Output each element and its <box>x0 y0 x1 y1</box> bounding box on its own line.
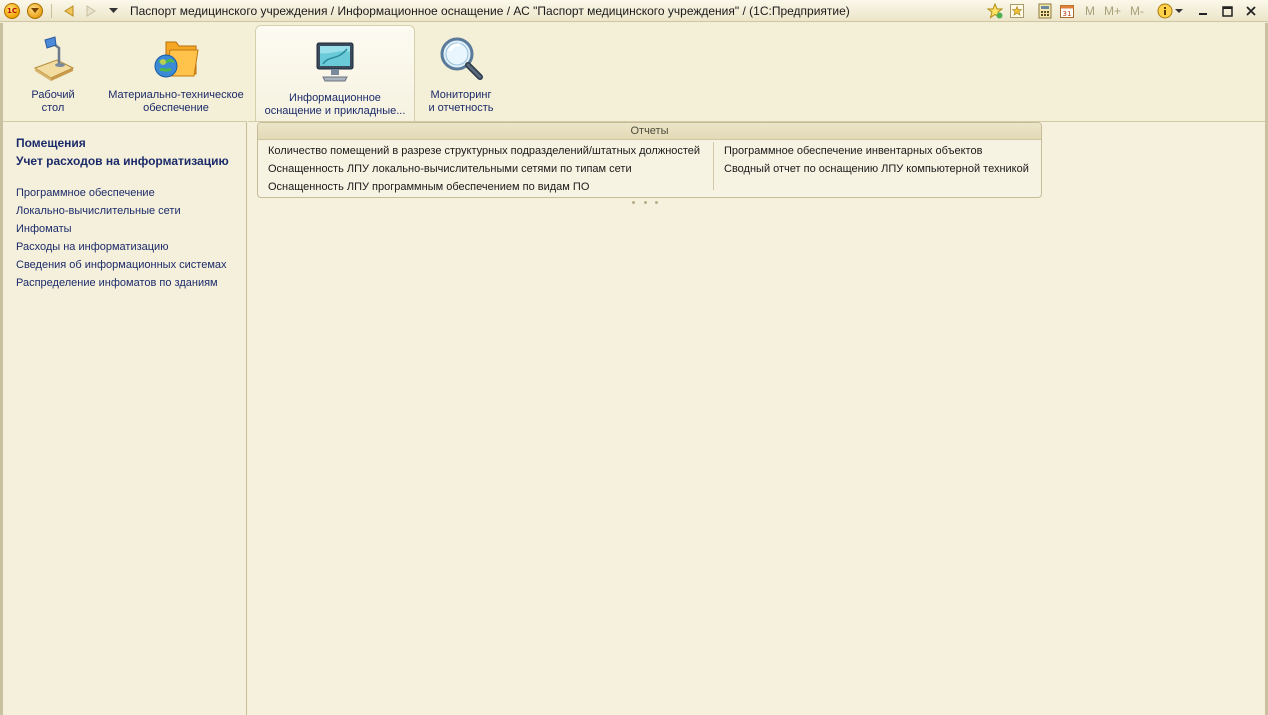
splitter-dot <box>632 201 635 204</box>
favorites-button[interactable] <box>1008 2 1026 20</box>
nav-item-infomat-distribution[interactable]: Распределение инфоматов по зданиям <box>3 274 246 292</box>
report-software-equipment[interactable]: Оснащенность ЛПУ программным обеспечение… <box>268 178 700 196</box>
back-button[interactable] <box>60 2 78 20</box>
section-logistics[interactable]: Материально-техническое обеспечение <box>97 23 255 119</box>
magnifier-icon <box>436 33 486 83</box>
window-title: Паспорт медицинского учреждения / Информ… <box>130 3 850 18</box>
nav-item-rooms[interactable]: Помещения <box>3 134 246 152</box>
section-label: Рабочий стол <box>31 89 75 114</box>
minimize-button[interactable] <box>1194 2 1212 20</box>
maximize-button[interactable] <box>1218 2 1236 20</box>
section-label: Материально-техническое обеспечение <box>108 89 244 114</box>
navigation-panel: Помещения Учет расходов на информатизаци… <box>3 121 247 715</box>
minimize-icon <box>1199 13 1207 15</box>
main-menu-button[interactable] <box>27 2 43 19</box>
chevron-down-icon <box>108 7 118 13</box>
calculator-icon <box>1038 3 1052 19</box>
memory-plus-button[interactable]: M+ <box>1104 4 1121 18</box>
arrow-right-icon <box>86 4 96 17</box>
info-icon <box>1157 3 1173 19</box>
title-bar: 1С Паспорт медицинского учреждения / Инф… <box>0 0 1268 22</box>
sections-panel: Рабочий стол Материально-техническое обе… <box>3 23 1265 121</box>
report-inventory-software[interactable]: Программное обеспечение инвентарных объе… <box>724 142 1029 160</box>
memory-minus-button[interactable]: M- <box>1130 4 1144 18</box>
chevron-down-icon <box>1175 8 1183 13</box>
actions-workspace: Отчеты Количество помещений в разрезе ст… <box>248 121 1265 715</box>
arrow-left-icon <box>64 4 74 17</box>
chevron-down-icon <box>31 7 39 13</box>
reports-column-1: Количество помещений в разрезе структурн… <box>268 142 700 196</box>
close-button[interactable] <box>1242 2 1260 20</box>
monitor-icon <box>310 36 360 86</box>
main-frame: Рабочий стол Материально-техническое обе… <box>0 23 1268 715</box>
nav-item-it-expenses[interactable]: Расходы на информатизацию <box>3 238 246 256</box>
reports-group-title[interactable]: Отчеты <box>258 123 1041 140</box>
info-button[interactable] <box>1156 2 1174 20</box>
horizontal-splitter-handle[interactable] <box>632 201 658 205</box>
nav-item-it-expense-accounting[interactable]: Учет расходов на информатизацию <box>3 152 246 170</box>
nav-item-local-networks[interactable]: Локально-вычислительные сети <box>3 202 246 220</box>
folder-globe-icon <box>151 33 201 83</box>
close-icon <box>1246 6 1256 16</box>
section-monitoring[interactable]: Мониторинг и отчетность <box>415 23 507 119</box>
section-label: Информационное оснащение и прикладные... <box>264 92 406 117</box>
nav-item-information-systems[interactable]: Сведения об информационных системах <box>3 256 246 274</box>
forward-button[interactable] <box>82 2 100 20</box>
reports-column-2: Программное обеспечение инвентарных объе… <box>724 142 1029 178</box>
favorites-star-icon <box>1009 4 1024 18</box>
desk-lamp-icon <box>28 33 78 83</box>
column-divider <box>713 142 714 190</box>
calendar-icon: 31 <box>1059 5 1074 18</box>
nav-item-software[interactable]: Программное обеспечение <box>3 184 246 202</box>
section-label: Мониторинг и отчетность <box>428 89 494 114</box>
calculator-button[interactable] <box>1036 2 1054 20</box>
star-add-icon <box>986 3 1003 19</box>
history-dropdown-button[interactable] <box>104 2 122 20</box>
add-favorite-button[interactable] <box>986 2 1004 20</box>
report-network-equipment[interactable]: Оснащенность ЛПУ локально-вычислительным… <box>268 160 700 178</box>
report-rooms-by-department[interactable]: Количество помещений в разрезе структурн… <box>268 142 700 160</box>
memory-button[interactable]: M <box>1085 4 1095 18</box>
maximize-icon <box>1221 5 1233 17</box>
app-logo[interactable]: 1С <box>4 2 20 19</box>
splitter-dot <box>643 201 647 204</box>
nav-item-infomats[interactable]: Инфоматы <box>3 220 246 238</box>
calendar-button[interactable]: 31 <box>1058 2 1076 20</box>
splitter-dot <box>655 201 658 204</box>
section-desktop[interactable]: Рабочий стол <box>9 23 97 119</box>
info-dropdown-button[interactable] <box>1174 2 1184 20</box>
app-logo-text: 1С <box>6 6 17 15</box>
calendar-day-text: 31 <box>1063 10 1072 18</box>
reports-group: Отчеты Количество помещений в разрезе ст… <box>257 122 1042 198</box>
reports-list: Количество помещений в разрезе структурн… <box>258 140 1041 197</box>
toolbar-separator <box>51 3 52 18</box>
report-computer-equipment-summary[interactable]: Сводный отчет по оснащению ЛПУ компьютер… <box>724 160 1029 178</box>
section-it-equipment[interactable]: Информационное оснащение и прикладные... <box>255 25 415 121</box>
